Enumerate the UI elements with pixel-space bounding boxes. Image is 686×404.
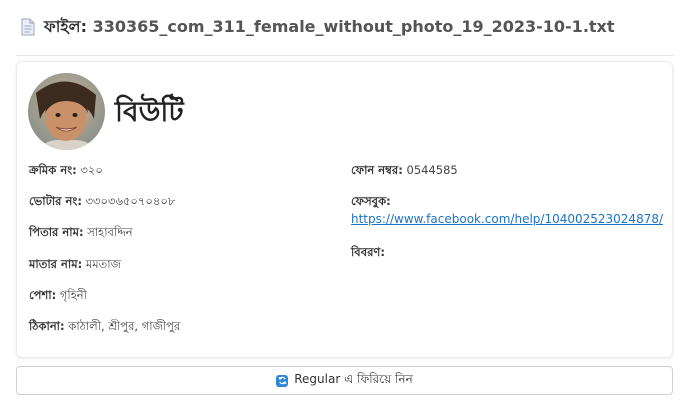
person-name: বিউটি (115, 95, 184, 128)
description-label: বিবরণ: (351, 245, 385, 259)
restore-button-label: Regular এ ফিরিয়ে নিন (294, 371, 413, 386)
serial-number-field: ক্রমিক নং: ৩২০ (29, 162, 103, 181)
file-header: ফাইল: 330365_com_311_female_without_phot… (20, 14, 666, 40)
facebook-field: ফেসবুক: (351, 193, 391, 212)
occupation-value: গৃহিনী (59, 288, 87, 302)
voter-number-label: ভোটার নং: (29, 194, 82, 208)
restore-regular-button[interactable]: Regular এ ফিরিয়ে নিন (16, 366, 673, 395)
file-icon (20, 18, 36, 36)
father-name-label: পিতার নাম: (29, 225, 84, 239)
address-field: ঠিকানা: কাঠালী, শ্রীপুর, গাজীপুর (29, 318, 180, 337)
mother-name-label: মাতার নাম: (29, 257, 83, 271)
file-label: ফাইল: (44, 16, 87, 36)
phone-value: 0544585 (406, 163, 458, 177)
address-label: ঠিকানা: (29, 319, 65, 333)
phone-label: ফোন নম্বর: (351, 163, 403, 177)
facebook-label: ফেসবুক: (351, 194, 391, 208)
description-field: বিবরণ: (351, 244, 385, 263)
serial-number-value: ৩২০ (80, 163, 103, 177)
sync-icon (276, 374, 289, 387)
occupation-label: পেশা: (29, 288, 57, 302)
voter-number-field: ভোটার নং: ৩৩০৩৬৫০৭০৪০৮ (29, 193, 175, 212)
header-divider (16, 55, 674, 56)
serial-number-label: ক্রমিক নং: (29, 163, 77, 177)
address-value: কাঠালী, শ্রীপুর, গাজীপুর (68, 319, 181, 333)
father-name-value: সাহাবদ্দিন (87, 225, 133, 239)
file-title: ফাইল: 330365_com_311_female_without_phot… (44, 14, 615, 41)
file-name: 330365_com_311_female_without_photo_19_2… (92, 16, 615, 36)
father-name-field: পিতার নাম: সাহাবদ্দিন (29, 224, 133, 243)
profile-card: বিউটি ক্রমিক নং: ৩২০ ভোটার নং: ৩৩০৩৬৫০৭০… (16, 61, 673, 358)
occupation-field: পেশা: গৃহিনী (29, 287, 87, 306)
mother-name-field: মাতার নাম: মমতাজ (29, 256, 121, 275)
voter-number-value: ৩৩০৩৬৫০৭০৪০৮ (85, 194, 176, 208)
phone-field: ফোন নম্বর: 0544585 (351, 162, 458, 181)
mother-name-value: মমতাজ (85, 257, 121, 271)
facebook-link[interactable]: https://www.facebook.com/help/1040025230… (351, 212, 663, 226)
avatar-photo (28, 73, 105, 150)
